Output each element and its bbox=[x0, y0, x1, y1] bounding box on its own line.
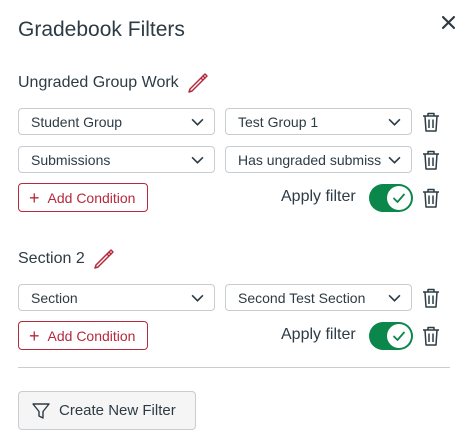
close-icon bbox=[441, 15, 455, 29]
filter-header: Section 2 bbox=[18, 248, 115, 270]
chevron-down-icon bbox=[191, 294, 204, 302]
trash-icon bbox=[423, 188, 439, 208]
plus-icon: + bbox=[29, 187, 40, 208]
divider bbox=[18, 367, 450, 368]
filter-name: Ungraded Group Work bbox=[18, 74, 179, 91]
trash-icon bbox=[423, 150, 439, 170]
check-icon bbox=[393, 193, 405, 203]
select-value: Has ungraded submiss bbox=[238, 151, 382, 168]
add-condition-label: Add Condition bbox=[47, 327, 136, 344]
pencil-icon[interactable] bbox=[187, 72, 209, 94]
delete-filter-button[interactable] bbox=[420, 324, 442, 348]
filter-name: Section 2 bbox=[18, 250, 85, 267]
delete-filter-button[interactable] bbox=[420, 186, 442, 210]
create-new-filter-button[interactable]: Create New Filter bbox=[18, 391, 196, 430]
pencil-icon[interactable] bbox=[93, 248, 115, 270]
condition-type-select[interactable]: Submissions bbox=[18, 146, 215, 173]
select-value: Section bbox=[31, 289, 78, 306]
condition-value-select[interactable]: Test Group 1 bbox=[225, 108, 412, 135]
plus-icon: + bbox=[29, 325, 40, 346]
trash-icon bbox=[423, 326, 439, 346]
filter-header: Ungraded Group Work bbox=[18, 72, 209, 94]
filter-icon bbox=[32, 402, 50, 419]
panel-title: Gradebook Filters bbox=[18, 18, 185, 41]
chevron-down-icon bbox=[388, 156, 401, 164]
apply-filter-toggle[interactable] bbox=[369, 322, 413, 350]
select-value: Student Group bbox=[31, 113, 123, 130]
condition-type-select[interactable]: Student Group bbox=[18, 108, 215, 135]
delete-condition-button[interactable] bbox=[420, 110, 442, 134]
toggle-knob bbox=[387, 324, 411, 348]
check-icon bbox=[393, 331, 405, 341]
select-value: Test Group 1 bbox=[238, 113, 319, 130]
create-new-filter-label: Create New Filter bbox=[59, 402, 176, 419]
add-condition-label: Add Condition bbox=[47, 189, 136, 206]
chevron-down-icon bbox=[388, 294, 401, 302]
condition-type-select[interactable]: Section bbox=[18, 284, 215, 311]
toggle-knob bbox=[387, 186, 411, 210]
apply-filter-toggle[interactable] bbox=[369, 184, 413, 212]
apply-filter-label: Apply filter bbox=[281, 326, 356, 343]
trash-icon bbox=[423, 112, 439, 132]
close-button[interactable] bbox=[438, 12, 458, 32]
apply-filter-label: Apply filter bbox=[281, 188, 356, 205]
chevron-down-icon bbox=[388, 118, 401, 126]
delete-condition-button[interactable] bbox=[420, 286, 442, 310]
chevron-down-icon bbox=[191, 118, 204, 126]
select-value: Submissions bbox=[31, 151, 111, 168]
condition-value-select[interactable]: Second Test Section bbox=[225, 284, 412, 311]
trash-icon bbox=[423, 288, 439, 308]
add-condition-button[interactable]: + Add Condition bbox=[18, 321, 149, 350]
chevron-down-icon bbox=[191, 156, 204, 164]
select-value: Second Test Section bbox=[238, 289, 366, 306]
delete-condition-button[interactable] bbox=[420, 148, 442, 172]
add-condition-button[interactable]: + Add Condition bbox=[18, 183, 149, 212]
condition-value-select[interactable]: Has ungraded submiss bbox=[225, 146, 412, 173]
